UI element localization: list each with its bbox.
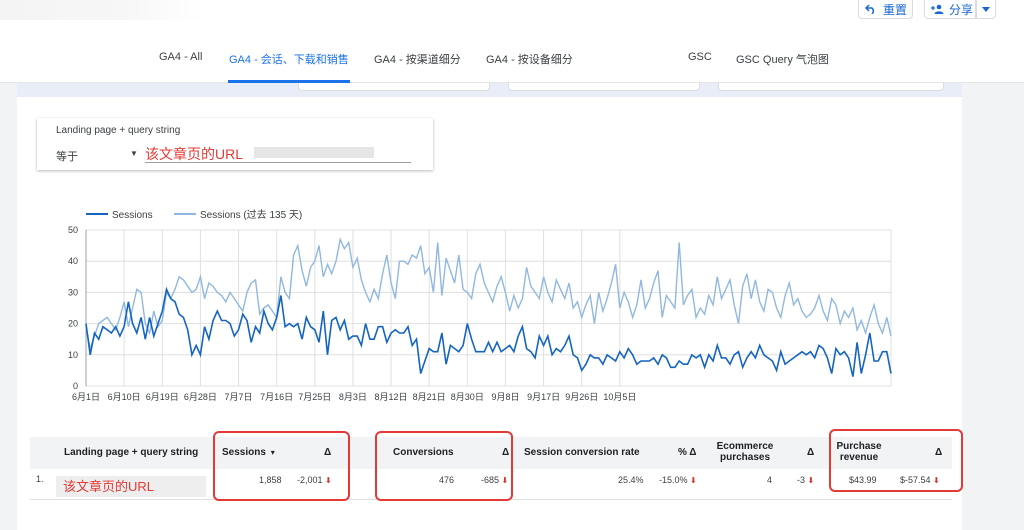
row-index: 1. [36, 474, 44, 484]
col-header-ecommerce-purchases[interactable]: Ecommerce purchases [710, 441, 780, 463]
share-dropdown-button[interactable] [976, 0, 996, 19]
chart-series [85, 237, 892, 377]
x-tick-label: 10月5日 [603, 392, 636, 402]
x-tick-label: 6月1日 [72, 392, 100, 402]
legend-label-sessions: Sessions [112, 210, 153, 221]
undo-icon [865, 4, 877, 14]
x-tick-label: 6月19日 [146, 392, 179, 402]
legend-label-sessions-previous: Sessions (过去 135 天) [200, 208, 302, 221]
filter-input-underline [145, 162, 411, 163]
y-tick-label: 20 [68, 319, 78, 329]
reset-label: 重置 [883, 2, 908, 17]
tab-ga4-by-device[interactable]: GA4 - 按设备细分 [486, 51, 573, 67]
x-tick-label: 9月8日 [491, 392, 519, 402]
share-label: 分享 [949, 2, 974, 17]
y-tick-label: 30 [68, 287, 78, 297]
x-tick-label: 8月12日 [375, 392, 408, 402]
control-box-1[interactable] [298, 83, 490, 91]
col-header-landing-page[interactable]: Landing page + query string [64, 447, 198, 458]
x-tick-label: 8月3日 [339, 392, 367, 402]
x-tick-label: 9月26日 [565, 392, 598, 402]
filter-operator-select[interactable]: 等于 [56, 148, 78, 164]
row-ecommerce-purchases: 4 [767, 475, 773, 485]
add-person-icon [931, 4, 945, 15]
down-arrow-icon: ⬇ [807, 476, 815, 485]
row-session-conversion-rate: 25.4% [618, 475, 644, 485]
highlight-box-conversions [375, 431, 513, 501]
canvas-margin-right [962, 83, 1024, 530]
x-tick-label: 6月10日 [108, 392, 141, 402]
row-ecommerce-delta-value: -3 [797, 475, 806, 485]
x-tick-label: 7月16日 [260, 392, 293, 402]
filter-value-input[interactable]: 该文章页的URL [145, 144, 243, 164]
y-axis-ticks: 0 10 20 30 40 50 [68, 225, 78, 391]
page-tabs: GA4 - All GA4 - 会话、下载和销售 GA4 - 按渠道细分 GA4… [0, 22, 1024, 83]
x-tick-label: 8月30日 [451, 392, 484, 402]
report-title-blurred [0, 0, 205, 20]
y-tick-label: 50 [68, 225, 78, 235]
x-tick-label: 9月17日 [527, 392, 560, 402]
y-tick-label: 0 [73, 381, 78, 391]
sessions-line-chart: Sessions Sessions (过去 135 天) 0 10 20 30 40 50… [68, 208, 892, 402]
tab-ga4-sessions-downloads-sales[interactable]: GA4 - 会话、下载和销售 [229, 51, 349, 67]
col-header-ecommerce-line2: purchases [719, 452, 771, 463]
filter-label: Landing page + query string [56, 125, 181, 136]
canvas-margin-left [0, 83, 17, 530]
highlight-box-sessions [213, 431, 350, 501]
x-tick-label: 7月25日 [298, 392, 331, 402]
series-line-sessions [85, 286, 892, 377]
down-arrow-icon: ⬇ [690, 476, 697, 485]
row-rate-delta: -15.0% ⬇ [659, 475, 697, 485]
col-header-rate-pct-delta[interactable]: % Δ [678, 447, 697, 458]
x-tick-label: 6月28日 [184, 392, 217, 402]
control-box-3[interactable] [718, 83, 944, 91]
landing-page-filter: Landing page + query string 等于 ▼ 该文章页的UR… [37, 118, 433, 170]
x-tick-label: 7月7日 [225, 392, 253, 402]
col-header-ecommerce-line1: Ecommerce [716, 441, 774, 452]
tab-gsc[interactable]: GSC [688, 51, 712, 63]
top-toolbar: 重置 分享 [0, 0, 1024, 22]
x-axis-ticks: 6月1日 6月10日 6月19日 6月28日 7月7日 7月16日 7月25日 8月3日 8月1… [72, 392, 636, 402]
col-header-session-conversion-rate[interactable]: Session conversion rate [524, 447, 640, 458]
reset-button[interactable]: 重置 [858, 0, 913, 19]
highlight-box-revenue [829, 429, 963, 492]
dropdown-arrow-icon[interactable]: ▼ [130, 149, 138, 158]
tab-gsc-query-bubble[interactable]: GSC Query 气泡图 [736, 51, 829, 67]
chart-legend: Sessions Sessions (过去 135 天) [86, 208, 302, 221]
row-landing-page-link[interactable]: 该文章页的URL [63, 476, 154, 495]
share-button[interactable]: 分享 [924, 0, 976, 19]
filter-value-redacted [254, 147, 374, 158]
chart-grid [85, 229, 892, 387]
control-box-2[interactable] [508, 83, 700, 91]
tab-ga4-all[interactable]: GA4 - All [159, 51, 202, 63]
tab-ga4-by-channel[interactable]: GA4 - 按渠道细分 [374, 51, 461, 67]
x-tick-label: 8月21日 [413, 392, 446, 402]
row-rate-delta-value: -15.0% [659, 475, 688, 485]
caret-down-icon [982, 6, 990, 12]
y-tick-label: 40 [68, 256, 78, 266]
y-tick-label: 10 [68, 350, 78, 360]
col-header-ecommerce-delta[interactable]: Δ [807, 447, 814, 458]
row-ecommerce-delta: -3 ⬇ [797, 475, 814, 485]
